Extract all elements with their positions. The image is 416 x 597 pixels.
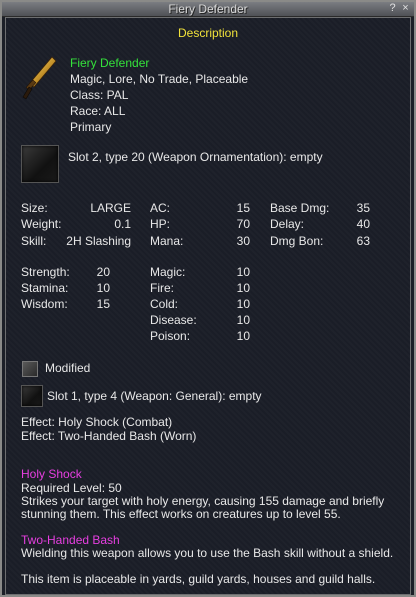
sword-icon [22, 56, 56, 100]
item-flags: Magic, Lore, No Trade, Placeable [70, 72, 249, 86]
effect-combat: Effect: Holy Shock (Combat) [21, 415, 173, 429]
disease-resist-value: 10 [236, 313, 250, 327]
strength-label: Strength: [21, 265, 70, 279]
item-race: Race: ALL [70, 104, 126, 118]
fire-resist-label: Fire: [150, 281, 174, 295]
wisdom-label: Wisdom: [21, 297, 68, 311]
augment-slot-1-icon[interactable] [21, 385, 43, 407]
modified-checkbox[interactable] [22, 361, 38, 377]
description-header: Description [177, 26, 239, 40]
augment-slot-1-text: Slot 1, type 4 (Weapon: General): empty [47, 389, 262, 403]
magic-resist-label: Magic: [150, 265, 186, 279]
hp-label: HP: [150, 217, 171, 231]
help-icon[interactable]: ? [387, 3, 398, 14]
dmg-bon-label: Dmg Bon: [270, 234, 324, 248]
holy-shock-desc-1: Strikes your target with holy energy, ca… [21, 494, 385, 508]
description-panel: Description Fiery Defender Magic, Lore, … [5, 17, 411, 595]
item-name: Fiery Defender [70, 56, 150, 70]
holy-shock-desc-2: stunning them. This effect works on crea… [21, 507, 341, 521]
title-bar[interactable]: Fiery Defender ? × [2, 2, 414, 17]
item-class: Class: PAL [70, 88, 129, 102]
ac-value: 15 [236, 201, 250, 215]
delay-value: 40 [356, 217, 370, 231]
dmg-bon-value: 63 [356, 234, 370, 248]
augment-slot-2-text: Slot 2, type 20 (Weapon Ornamentation): … [68, 150, 323, 164]
cold-resist-value: 10 [236, 297, 250, 311]
skill-label: Skill: [21, 234, 47, 248]
effect-worn: Effect: Two-Handed Bash (Worn) [21, 429, 197, 443]
mana-value: 30 [236, 234, 250, 248]
delay-label: Delay: [270, 217, 305, 231]
poison-resist-value: 10 [236, 329, 250, 343]
augment-slot-2-icon[interactable] [21, 145, 59, 183]
window-title: Fiery Defender [168, 2, 248, 16]
stamina-value: 10 [96, 281, 110, 295]
cold-resist-label: Cold: [150, 297, 179, 311]
bash-desc: Wielding this weapon allows you to use t… [21, 546, 394, 560]
bash-title: Two-Handed Bash [21, 533, 120, 547]
mana-label: Mana: [150, 234, 184, 248]
base-dmg-label: Base Dmg: [270, 201, 330, 215]
ac-label: AC: [150, 201, 171, 215]
wisdom-value: 15 [96, 297, 110, 311]
skill-value: 2H Slashing [66, 234, 131, 248]
holy-shock-level: Required Level: 50 [21, 481, 122, 495]
fire-resist-value: 10 [236, 281, 250, 295]
size-value: LARGE [90, 201, 131, 215]
base-dmg-value: 35 [356, 201, 370, 215]
item-slot: Primary [70, 120, 112, 134]
weight-value: 0.1 [114, 217, 131, 231]
poison-resist-label: Poison: [150, 329, 191, 343]
modified-label: Modified [45, 361, 91, 375]
strength-value: 20 [96, 265, 110, 279]
size-label: Size: [21, 201, 48, 215]
disease-resist-label: Disease: [150, 313, 197, 327]
holy-shock-title: Holy Shock [21, 467, 82, 481]
close-icon[interactable]: × [400, 3, 411, 14]
placeable-note: This item is placeable in yards, guild y… [21, 572, 376, 586]
magic-resist-value: 10 [236, 265, 250, 279]
hp-value: 70 [236, 217, 250, 231]
weight-label: Weight: [21, 217, 62, 231]
item-window: Fiery Defender ? × Description Fiery Def… [0, 0, 416, 597]
stamina-label: Stamina: [21, 281, 69, 295]
